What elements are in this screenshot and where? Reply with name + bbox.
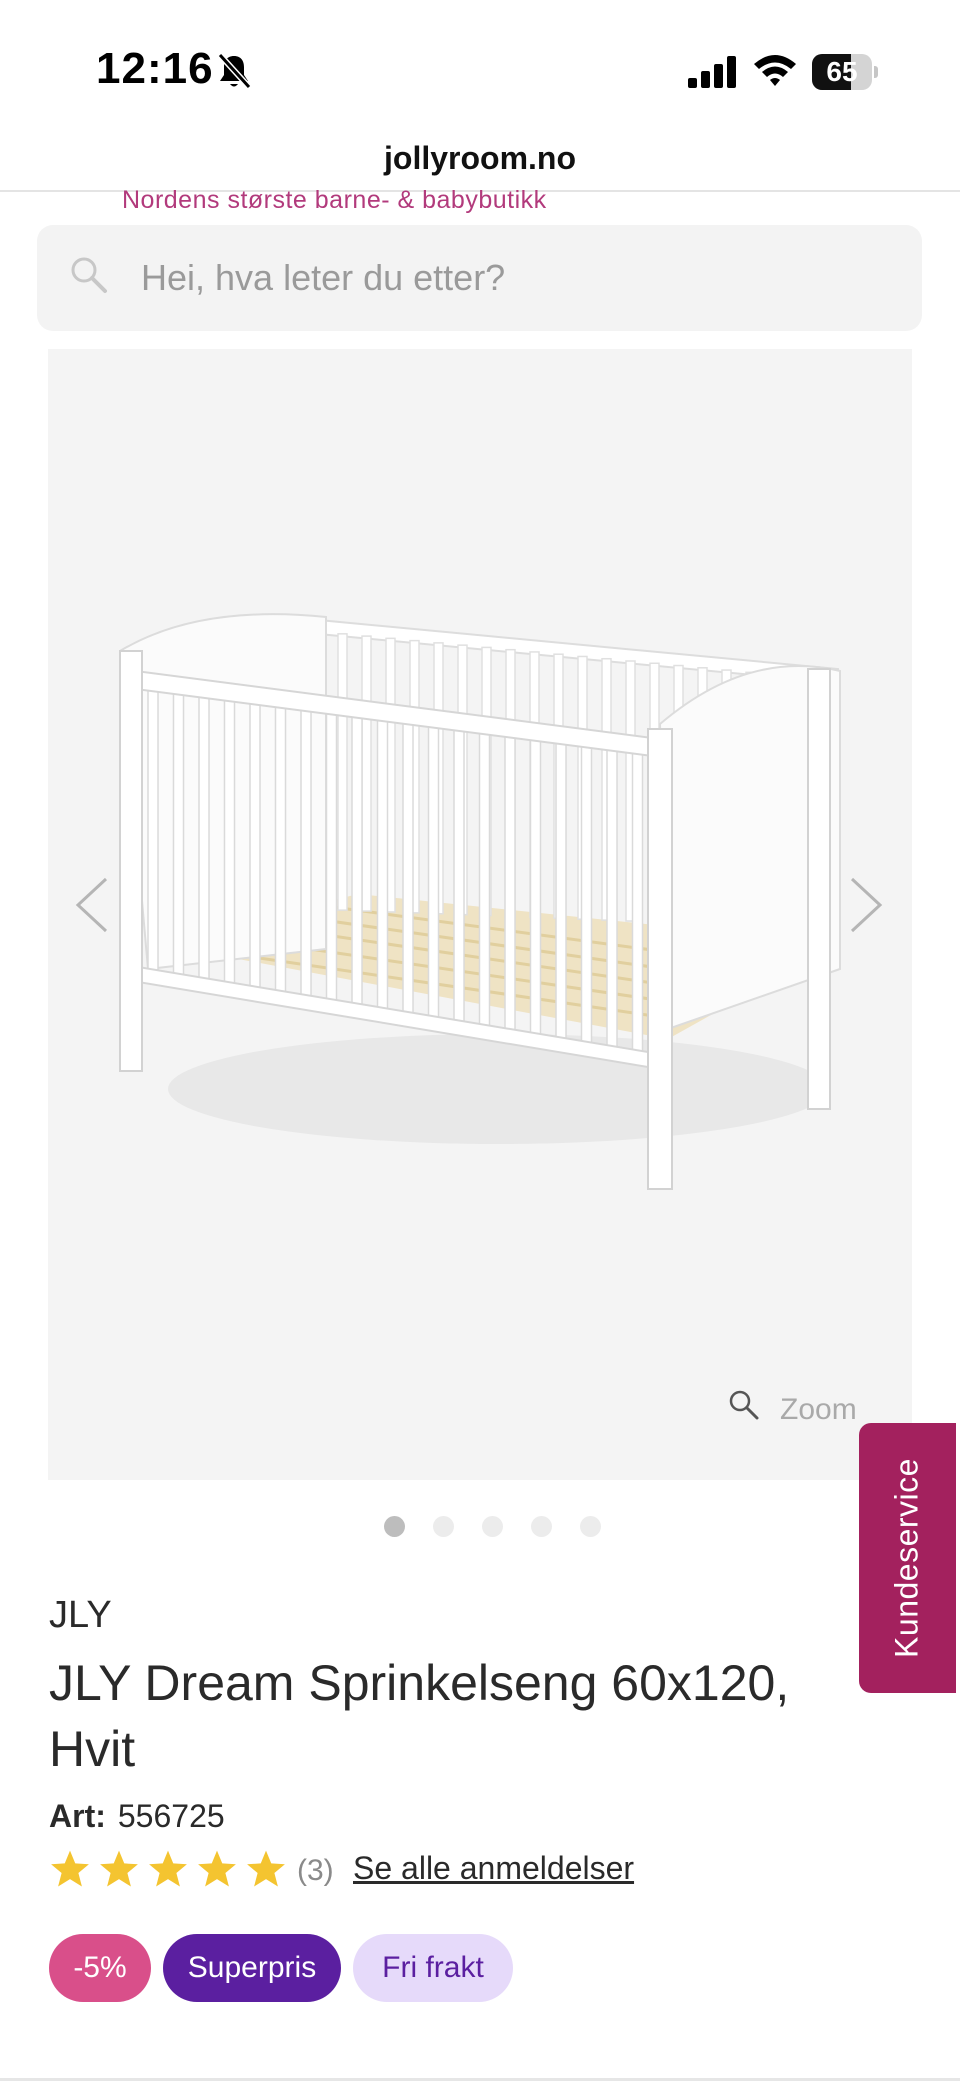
chevron-left-icon[interactable] bbox=[74, 875, 110, 935]
star-icon bbox=[100, 1850, 138, 1887]
zoom-label[interactable]: Zoom bbox=[780, 1393, 857, 1427]
gallery-dot[interactable] bbox=[384, 1516, 405, 1537]
article-number-value: 556725 bbox=[117, 1798, 225, 1834]
search-placeholder: Hei, hva leter du etter? bbox=[141, 257, 506, 298]
discount-badge: -5% bbox=[49, 1934, 151, 2002]
battery-icon: 65 bbox=[812, 54, 878, 90]
gallery-dot[interactable] bbox=[531, 1516, 552, 1537]
gallery-dot[interactable] bbox=[580, 1516, 601, 1537]
customer-service-tab[interactable]: Kundeservice bbox=[859, 1423, 956, 1693]
customer-service-label: Kundeservice bbox=[888, 1458, 925, 1658]
gallery-dot[interactable] bbox=[433, 1516, 454, 1537]
bell-slash-icon bbox=[217, 52, 252, 90]
url-text: jollyroom.no bbox=[384, 140, 576, 176]
zoom-icon[interactable] bbox=[728, 1389, 760, 1421]
chevron-right-icon[interactable] bbox=[848, 875, 884, 935]
browser-url-bar[interactable]: jollyroom.no bbox=[0, 130, 960, 192]
battery-percent: 65 bbox=[826, 56, 858, 87]
product-image-gallery[interactable]: Zoom bbox=[48, 349, 912, 1480]
star-icon bbox=[247, 1850, 285, 1887]
gallery-dot[interactable] bbox=[482, 1516, 503, 1537]
product-brand[interactable]: JLY bbox=[49, 1594, 112, 1637]
search-input[interactable]: Hei, hva leter du etter? bbox=[37, 225, 922, 331]
article-number: Art: 556725 bbox=[49, 1798, 225, 1835]
wifi-icon bbox=[754, 55, 796, 86]
status-bar: 12:16 65 bbox=[0, 0, 960, 130]
search-icon bbox=[71, 257, 107, 293]
product-image bbox=[118, 613, 841, 1190]
free-shipping-badge: Fri frakt bbox=[353, 1934, 513, 2002]
star-icon bbox=[51, 1850, 89, 1887]
product-title: JLY Dream Sprinkelseng 60x120, Hvit bbox=[49, 1655, 790, 1777]
see-all-reviews-link[interactable]: Se alle anmeldelser bbox=[353, 1850, 634, 1887]
cellular-signal-icon bbox=[688, 56, 736, 88]
status-time: 12:16 bbox=[96, 44, 214, 93]
star-icon bbox=[198, 1850, 236, 1887]
site-tagline: Nordens største barne- & babybutikk bbox=[122, 186, 547, 214]
star-icon bbox=[149, 1850, 187, 1887]
review-count: (3) bbox=[297, 1854, 334, 1887]
article-number-label: Art: bbox=[49, 1798, 106, 1834]
superpris-badge: Superpris bbox=[163, 1934, 341, 2002]
